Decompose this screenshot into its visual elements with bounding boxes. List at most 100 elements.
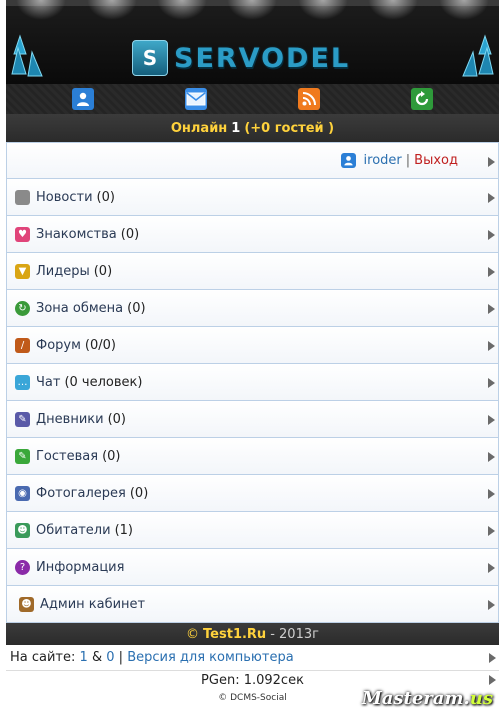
guestbook-icon: ✎ [15, 448, 30, 464]
page-frame: S SERVODEL Онлайн 1 (+0 гостей ) iroder [6, 0, 499, 713]
chevron-right-icon [488, 267, 495, 277]
menu-item-count: (0) [129, 485, 149, 501]
chevron-right-icon [488, 193, 495, 203]
copyright-symbol: © [186, 626, 200, 642]
username-link[interactable]: iroder [364, 153, 402, 168]
header-lights [6, 0, 499, 26]
menu-item-count: (0/0) [84, 337, 116, 353]
top-toolbar [6, 84, 499, 114]
chevron-right-icon [489, 675, 496, 685]
online-status-bar[interactable]: Онлайн 1 (+0 гостей ) [6, 114, 499, 142]
chevron-right-icon [488, 452, 495, 462]
watermark: Masteram.us [362, 688, 493, 709]
copyright-year: - 2013г [270, 626, 319, 642]
chevron-right-icon [488, 563, 495, 573]
menu-item-label: Гостевая [36, 448, 99, 464]
footer-copyright-bar: © Test1.Ru - 2013г [6, 623, 499, 645]
menu-item-label: Зона обмена [36, 300, 124, 316]
chevron-right-icon [488, 304, 495, 314]
on-site-label: На сайте: [10, 650, 76, 665]
on-site-amp: & [91, 650, 103, 665]
speaker-left-icon [11, 34, 43, 77]
rss-button[interactable] [298, 88, 321, 110]
profile-button[interactable] [71, 88, 94, 110]
menu-item-count: (0) [120, 226, 140, 242]
menu-item-news[interactable]: Новости (0) [6, 179, 499, 216]
heart-icon: ♥ [15, 226, 30, 242]
menu-item-residents[interactable]: ☻ Обитатели (1) [6, 512, 499, 549]
on-site-guests-link[interactable]: 0 [106, 650, 114, 665]
chevron-right-icon [488, 230, 495, 240]
users-icon: ☻ [15, 522, 30, 538]
on-site-stats: На сайте: 1 & 0 | Версия для компьютера [6, 645, 499, 671]
menu-item-label: Лидеры [36, 263, 90, 279]
user-icon [76, 92, 89, 106]
mail-icon [186, 92, 206, 106]
online-label: Онлайн [170, 120, 228, 136]
menu-item-count: (1) [114, 522, 133, 538]
menu-item-count: (0) [93, 263, 113, 279]
pencil-icon: / [15, 337, 30, 353]
user-row: iroder | Выход [6, 142, 499, 179]
user-icon [340, 153, 356, 168]
menu-item-admin[interactable]: ☻ Админ кабинет [6, 586, 499, 623]
logo-text: SERVODEL [174, 42, 351, 74]
info-icon: ? [15, 559, 30, 575]
menu-item-label: Чат [36, 374, 61, 390]
menu-item-gallery[interactable]: ◉ Фотогалерея (0) [6, 475, 499, 512]
online-guests: (+0 гостей ) [244, 120, 335, 136]
menu-item-leaders[interactable]: ▼ Лидеры (0) [6, 253, 499, 290]
menu-item-label: Форум [36, 337, 81, 353]
chevron-right-icon [488, 600, 495, 610]
menu-item-chat[interactable]: … Чат (0 человек) [6, 364, 499, 401]
chevron-right-icon [488, 415, 495, 425]
chevron-right-icon [488, 489, 495, 499]
news-icon [15, 189, 30, 205]
desktop-version-link[interactable]: Версия для компьютера [127, 650, 293, 665]
menu-item-dating[interactable]: ♥ Знакомства (0) [6, 216, 499, 253]
menu-item-label: Админ кабинет [40, 596, 146, 612]
menu-item-count: (0) [127, 300, 146, 316]
stats-separator: | [118, 650, 124, 665]
menu-item-label: Новости [36, 189, 93, 205]
rss-icon [302, 92, 317, 106]
main-menu: iroder | Выход Новости (0) ♥ Знакомства … [6, 142, 499, 623]
chat-icon: … [15, 374, 30, 390]
user-separator: | [405, 153, 411, 168]
exchange-icon: ↻ [15, 300, 30, 316]
watermark-text: Masteram. [361, 688, 470, 709]
logout-link[interactable]: Выход [414, 153, 458, 168]
on-site-users-link[interactable]: 1 [80, 650, 88, 665]
menu-item-diaries[interactable]: ✎ Дневники (0) [6, 401, 499, 438]
menu-item-count: (0) [107, 411, 126, 427]
refresh-button[interactable] [411, 88, 434, 110]
menu-item-label: Дневники [36, 411, 104, 427]
menu-item-forum[interactable]: / Форум (0/0) [6, 327, 499, 364]
chevron-right-icon [488, 526, 495, 536]
trophy-icon: ▼ [15, 263, 30, 279]
admin-icon: ☻ [19, 596, 34, 612]
menu-item-label: Знакомства [36, 226, 117, 242]
menu-item-info[interactable]: ? Информация [6, 549, 499, 586]
diary-icon: ✎ [15, 411, 30, 427]
chevron-right-icon [488, 378, 495, 388]
speaker-right-icon [462, 34, 494, 77]
site-logo[interactable]: S SERVODEL [132, 40, 350, 76]
site-link[interactable]: Test1.Ru [203, 627, 266, 642]
menu-item-guestbook[interactable]: ✎ Гостевая (0) [6, 438, 499, 475]
mail-button[interactable] [184, 88, 207, 110]
chevron-right-icon [488, 341, 495, 351]
watermark-suffix: us [469, 688, 493, 709]
site-header: S SERVODEL [6, 0, 499, 84]
menu-item-count: (0 человек) [64, 374, 143, 390]
logo-mark-icon: S [132, 40, 168, 76]
pgen-text: PGen: 1.092сек [201, 673, 304, 688]
menu-item-label: Информация [36, 559, 125, 575]
camera-icon: ◉ [15, 485, 30, 501]
menu-item-count: (0) [102, 448, 121, 464]
chevron-right-icon [488, 157, 495, 167]
chevron-right-icon [489, 653, 496, 663]
menu-item-count: (0) [96, 189, 115, 205]
menu-item-exchange[interactable]: ↻ Зона обмена (0) [6, 290, 499, 327]
online-count: 1 [231, 120, 241, 136]
